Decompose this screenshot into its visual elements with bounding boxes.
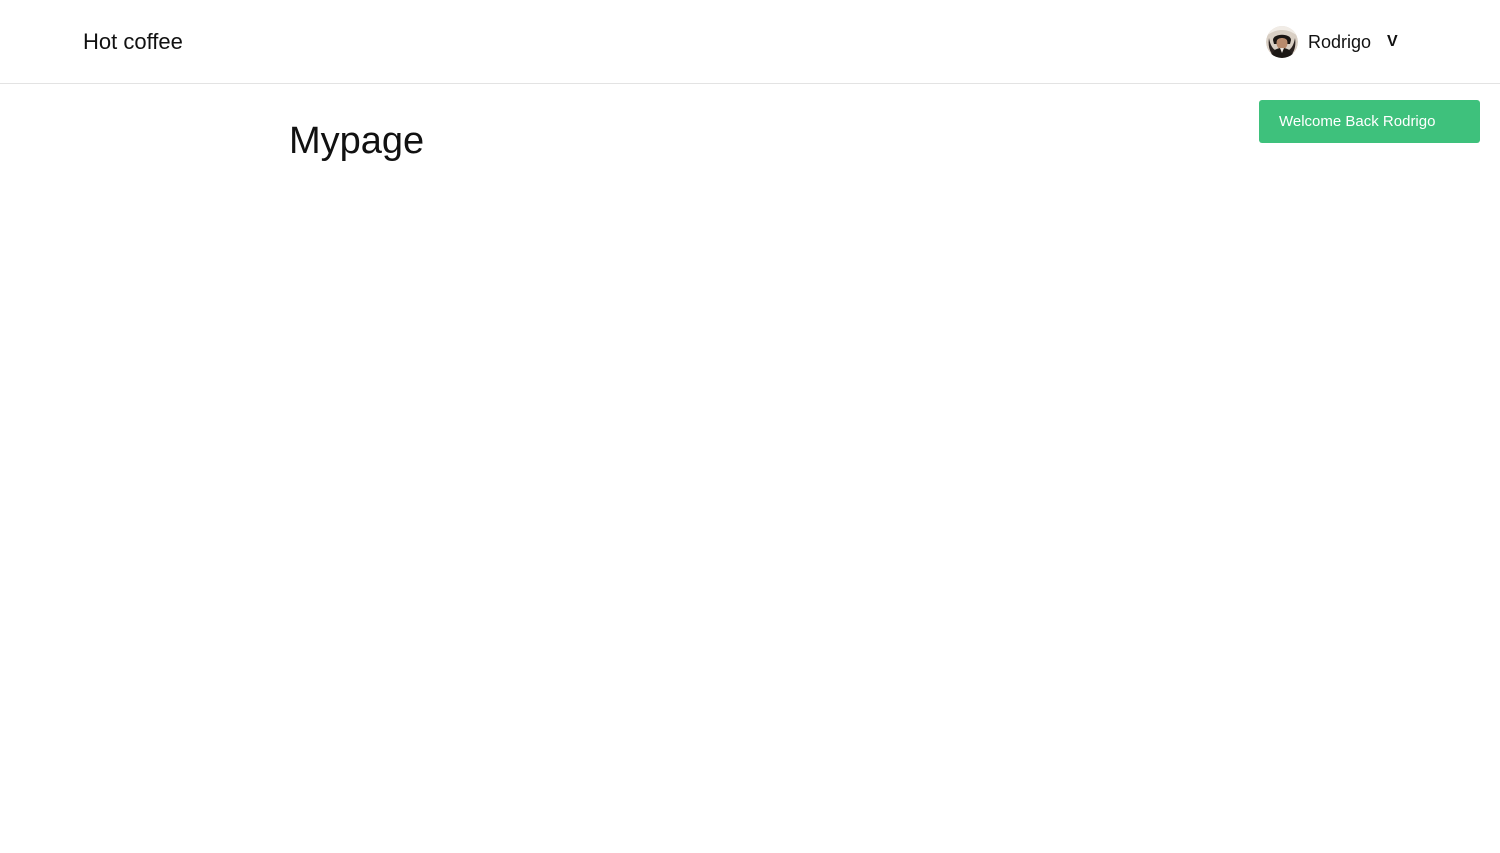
top-navbar: Hot coffee Rodrigo V	[0, 0, 1500, 84]
chevron-down-icon[interactable]: V	[1387, 32, 1398, 52]
page-title: Mypage	[289, 120, 425, 162]
welcome-notification: Welcome Back Rodrigo	[1259, 100, 1480, 143]
avatar[interactable]	[1266, 26, 1298, 58]
user-name-label: Rodrigo	[1308, 32, 1372, 52]
user-menu-toggle[interactable]: Rodrigo V	[1266, 26, 1398, 58]
user-avatar-photo-icon	[1266, 26, 1298, 58]
brand-logo-link[interactable]: Hot coffee	[83, 28, 183, 56]
